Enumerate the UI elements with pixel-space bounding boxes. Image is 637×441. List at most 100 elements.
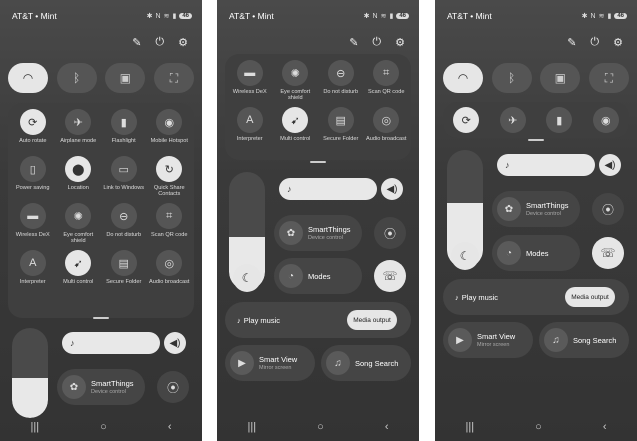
volume-slider[interactable]: ♪ (279, 178, 377, 200)
media-output-button[interactable]: Media output (347, 310, 397, 330)
carrier-label: AT&T • Mint (447, 11, 492, 21)
power-icon[interactable]: ⏻ (155, 36, 164, 49)
tile-secure-folder[interactable]: ▤ Secure Folder (318, 107, 364, 150)
multi-control-icon: ➹ (65, 250, 92, 276)
edit-icon[interactable]: ✎ (132, 36, 141, 49)
recents-button[interactable]: ||| (248, 421, 257, 433)
rotate-lock-button[interactable]: ⦿ (157, 371, 189, 403)
wifi-tile[interactable]: ◠ (8, 63, 48, 93)
settings-icon[interactable]: ⚙ (178, 36, 188, 49)
home-button[interactable]: ○ (100, 421, 107, 433)
status-bar: AT&T • Mint ✱ N ≋ ▮ 46 (12, 9, 192, 23)
tile-multi-control[interactable]: ➹ Multi control (56, 250, 102, 293)
tile-mobile-hotspot[interactable]: ◉ Mobile Hotspot (147, 109, 193, 152)
power-icon[interactable]: ⏻ (372, 36, 381, 49)
tile-eye-comfort[interactable]: ✺ Eye comfort shield (56, 203, 102, 246)
settings-icon[interactable]: ⚙ (395, 36, 405, 49)
tile-eye-comfort[interactable]: ✺ Eye comfort shield (273, 60, 319, 103)
edit-icon[interactable]: ✎ (349, 36, 358, 49)
tile-link-to-windows[interactable]: ▭ Link to Windows (101, 156, 147, 199)
screenshot-tile[interactable]: ⛶ (588, 63, 629, 93)
nfc-status-icon: N (590, 12, 596, 20)
drag-handle[interactable] (310, 161, 326, 163)
tile-secure-folder[interactable]: ▤ Secure Folder (101, 250, 147, 293)
screen-record-tile[interactable]: ▣ (105, 63, 146, 93)
power-saving-icon: ▯ (19, 156, 46, 182)
rotate-lock-button[interactable]: ⦿ (374, 217, 406, 249)
secure-folder-icon: ▤ (327, 107, 354, 133)
media-output-button[interactable]: Media output (565, 287, 615, 307)
smartthings-card[interactable]: ✿ SmartThings Device control (274, 215, 362, 251)
edit-icon[interactable]: ✎ (567, 36, 576, 49)
song-search-card[interactable]: ♫ Song Search (539, 322, 629, 358)
brightness-slider[interactable] (12, 328, 48, 418)
screen-record-tile[interactable]: ▣ (540, 63, 581, 93)
night-mode-icon[interactable]: ☾ (451, 242, 479, 270)
recents-button[interactable]: ||| (466, 421, 475, 433)
bluetooth-status-icon: ✱ (581, 13, 588, 20)
wifi-status-icon: ≋ (380, 13, 387, 20)
settings-icon[interactable]: ⚙ (613, 36, 623, 49)
interpreter-icon: A (19, 250, 46, 276)
volume-icon[interactable]: ◀) (381, 178, 403, 200)
screenshot-tile[interactable]: ⛶ (153, 63, 194, 93)
modes-card[interactable]: ◔ Modes (274, 258, 362, 294)
tile-wireless-dex[interactable]: ▬ Wireless DeX (227, 60, 273, 103)
wifi-tile[interactable]: ◠ (443, 63, 483, 93)
power-icon[interactable]: ⏻ (590, 36, 599, 49)
volume-slider[interactable]: ♪ (62, 332, 160, 354)
smartthings-card[interactable]: ✿ SmartThings Device control (492, 191, 580, 227)
back-button[interactable]: ‹ (385, 421, 389, 433)
tile-do-not-disturb[interactable]: ⊖ Do not disturb (101, 203, 147, 246)
modes-card[interactable]: ◔ Modes (492, 235, 580, 271)
tile-power-saving[interactable]: ▯ Power saving (10, 156, 56, 199)
music-note-small-icon: ♪ (455, 292, 459, 302)
tile-audio-broadcast[interactable]: ◎ Audio broadcast (147, 250, 193, 293)
quick-settings-panel: ⟳ Auto rotate ✈ Airplane mode ▮ Flashlight … (8, 103, 194, 318)
night-mode-icon[interactable]: ☾ (233, 264, 261, 292)
tile-interpreter[interactable]: A Interpreter (10, 250, 56, 293)
volume-icon[interactable]: ◀) (599, 154, 621, 176)
home-button[interactable]: ○ (317, 421, 324, 433)
smartthings-card[interactable]: ✿ SmartThings Device control (57, 369, 145, 405)
tile-multi-control[interactable]: ➹ Multi control (273, 107, 319, 150)
signal-status-icon: ▮ (389, 13, 394, 20)
tile-auto-rotate[interactable]: ⟳ Auto rotate (10, 109, 56, 152)
tile-flashlight[interactable]: ▮ Flashlight (101, 109, 147, 152)
tile-scan-qr[interactable]: ⌗ Scan QR code (147, 203, 193, 246)
auto-rotate-icon[interactable]: ⟳ (453, 107, 480, 133)
smart-view-card[interactable]: ▶ Smart View Mirror screen (443, 322, 533, 358)
play-music-label[interactable]: Play music (244, 316, 280, 325)
wifi-calling-button[interactable]: ☏ (374, 260, 406, 292)
tile-audio-broadcast[interactable]: ◎ Audio broadcast (364, 107, 410, 150)
flashlight-icon[interactable]: ▮ (546, 107, 573, 133)
song-search-card[interactable]: ♫ Song Search (321, 345, 411, 381)
volume-slider[interactable]: ♪ (497, 154, 595, 176)
drag-handle[interactable] (93, 317, 109, 319)
play-music-label[interactable]: Play music (462, 293, 498, 302)
smart-view-card[interactable]: ▶ Smart View Mirror screen (225, 345, 315, 381)
bluetooth-tile[interactable]: ᛒ (491, 63, 532, 93)
dex-icon: ▬ (236, 60, 263, 86)
tile-wireless-dex[interactable]: ▬ Wireless DeX (10, 203, 56, 246)
hotspot-icon[interactable]: ◉ (592, 107, 619, 133)
tile-interpreter[interactable]: A Interpreter (227, 107, 273, 150)
tile-do-not-disturb[interactable]: ⊖ Do not disturb (318, 60, 364, 103)
tile-quick-share[interactable]: ↻ Quick Share Contacts (147, 156, 193, 199)
drag-handle[interactable] (528, 139, 544, 141)
wifi-calling-button[interactable]: ☏ (592, 237, 624, 269)
back-button[interactable]: ‹ (603, 421, 607, 433)
tile-airplane-mode[interactable]: ✈ Airplane mode (56, 109, 102, 152)
recents-button[interactable]: ||| (31, 421, 40, 433)
bluetooth-icon: ᛒ (508, 71, 516, 85)
bluetooth-tile[interactable]: ᛒ (56, 63, 97, 93)
rotate-lock-button[interactable]: ⦿ (592, 193, 624, 225)
tile-scan-qr[interactable]: ⌗ Scan QR code (364, 60, 410, 103)
home-button[interactable]: ○ (535, 421, 542, 433)
navigation-bar: ||| ○ ‹ (217, 413, 419, 441)
smartthings-icon: ✿ (279, 221, 303, 245)
volume-icon[interactable]: ◀) (164, 332, 186, 354)
back-button[interactable]: ‹ (168, 421, 172, 433)
tile-location[interactable]: ⬤ Location (56, 156, 102, 199)
airplane-icon[interactable]: ✈ (499, 107, 526, 133)
